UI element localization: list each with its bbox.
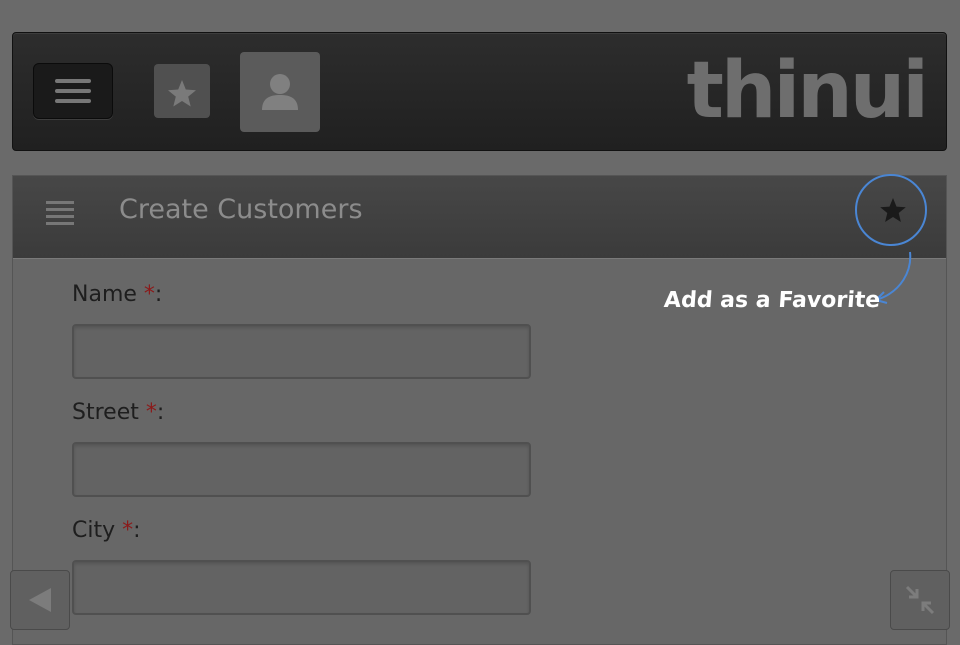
add-favorite-button[interactable]: [862, 178, 924, 240]
panel-header: Create Customers: [13, 174, 946, 259]
page-title: Create Customers: [119, 194, 363, 225]
list-icon[interactable]: [46, 201, 76, 229]
back-button[interactable]: [10, 570, 70, 630]
thinui-logo: thinui: [686, 46, 929, 136]
user-profile-button[interactable]: [240, 52, 320, 132]
name-label: Name *:: [72, 282, 163, 307]
favorites-button[interactable]: [154, 64, 210, 118]
city-field[interactable]: [72, 560, 531, 615]
favorite-hint-text: Add as a Favorite: [663, 288, 882, 313]
user-icon: [262, 74, 298, 110]
street-field[interactable]: [72, 442, 531, 497]
star-icon: [880, 198, 906, 222]
name-field[interactable]: [72, 324, 531, 379]
back-arrow-icon: [29, 588, 51, 612]
star-icon: [168, 80, 196, 107]
main-menu-button[interactable]: [33, 63, 113, 119]
top-navigation-bar: thinui: [12, 32, 947, 151]
street-label: Street *:: [72, 400, 165, 425]
collapse-button[interactable]: [890, 570, 950, 630]
city-label: City *:: [72, 518, 141, 543]
collapse-arrows-icon: [905, 585, 935, 615]
